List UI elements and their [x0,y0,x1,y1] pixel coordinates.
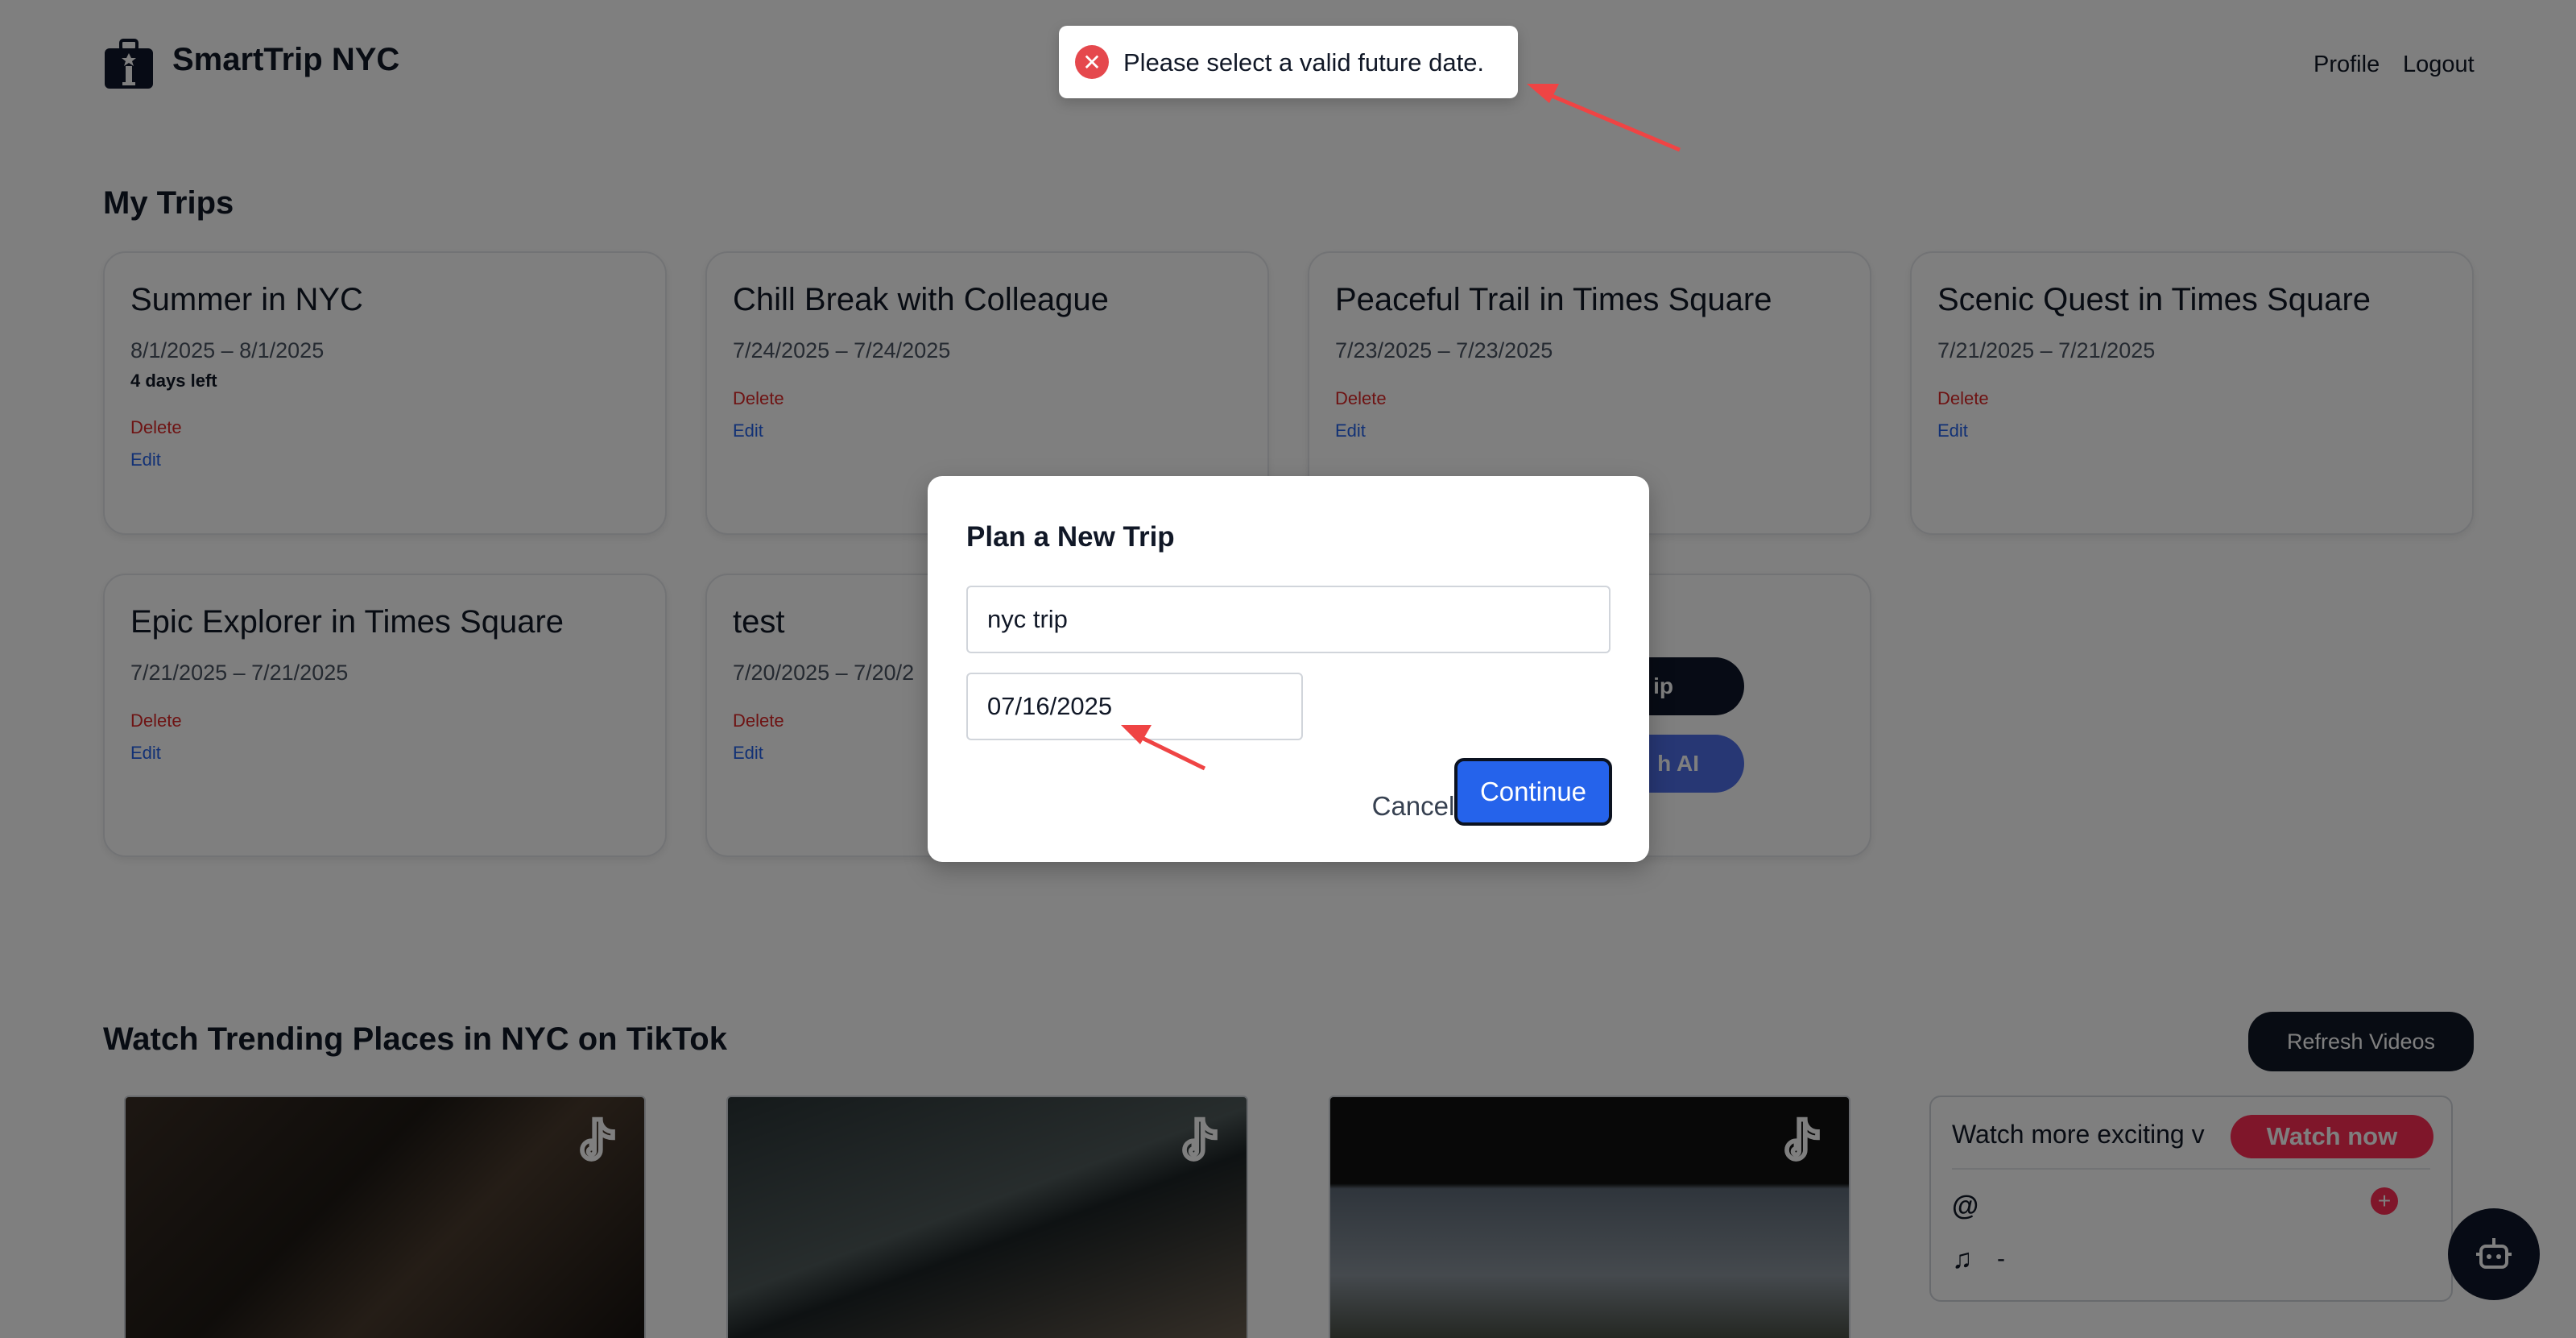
error-icon: ✕ [1075,45,1109,79]
trip-date-input[interactable] [966,673,1303,740]
trip-name-input[interactable] [966,586,1611,653]
toast-message: Please select a valid future date. [1123,48,1485,77]
continue-button[interactable]: Continue [1454,758,1612,826]
modal-title: Plan a New Trip [966,521,1175,553]
error-toast: ✕ Please select a valid future date. [1059,26,1518,98]
plan-trip-modal: Plan a New Trip Cancel Continue [928,476,1649,862]
cancel-button[interactable]: Cancel [1361,774,1466,839]
